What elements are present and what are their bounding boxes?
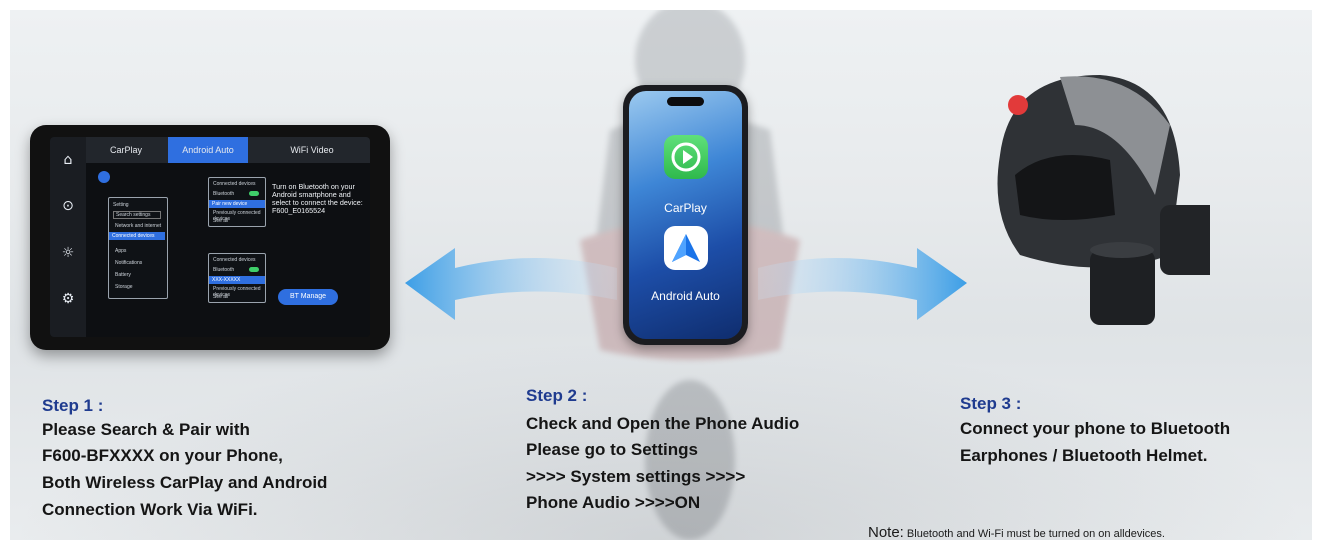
tab-android-auto[interactable]: Android Auto <box>168 137 248 163</box>
android-auto-icon[interactable] <box>664 226 708 270</box>
note-label: Note: <box>868 524 904 540</box>
step-2-line-2: Please go to Settings <box>526 440 698 459</box>
bt-manage-button[interactable]: BT Manage <box>278 289 338 305</box>
brightness-icon[interactable]: ☼ <box>59 244 77 262</box>
bluetooth-instruction: Turn on Bluetooth on your Android smartp… <box>272 182 363 215</box>
mini-see-all-2[interactable]: See all <box>213 294 228 300</box>
tablet-device: ⌂ ⊙ ☼ ⚙ CarPlay Android Auto WiFi Video … <box>30 125 390 350</box>
step-2-line-1: Check and Open the Phone Audio <box>526 414 800 433</box>
android-auto-label: Android Auto <box>651 289 720 303</box>
carplay-icon[interactable] <box>664 135 708 179</box>
left-arrow-icon <box>405 248 617 320</box>
mini-device-name[interactable]: XXX-XXXXX <box>209 276 265 284</box>
settings-gear-icon[interactable]: ⚙ <box>59 290 77 308</box>
tablet-sidebar: ⌂ ⊙ ☼ ⚙ <box>50 137 86 337</box>
phone-notch <box>667 97 704 106</box>
mini-item-connected: Connected devices <box>109 232 165 240</box>
mini-see-all[interactable]: See all <box>213 218 228 224</box>
mini-item-battery: Battery <box>115 272 131 278</box>
step-2-line-4: Phone Audio >>>>ON <box>526 493 701 512</box>
bluetooth-icon <box>98 171 110 183</box>
phone-screen: CarPlay Android Auto <box>629 91 742 339</box>
right-arrow-icon <box>758 248 967 320</box>
step-1-line-4: Connection Work Via WiFi. <box>42 500 258 519</box>
tab-wifi-video[interactable]: WiFi Video <box>262 137 362 163</box>
mini-bluetooth-label-2: Bluetooth <box>213 267 235 273</box>
helmet-earbuds-speaker-image <box>997 75 1210 325</box>
step-3-line-2: Earphones / Bluetooth Helmet. <box>960 446 1208 465</box>
step-1-title: Step 1 : <box>42 396 104 415</box>
mini-settings-panel: Setting Search settings Network and inte… <box>108 197 168 299</box>
step-3-title: Step 3 : <box>960 394 1022 413</box>
tablet-tab-bar: CarPlay Android Auto WiFi Video <box>86 137 370 163</box>
mini-item-apps: Apps <box>115 248 127 254</box>
carplay-label: CarPlay <box>664 201 707 215</box>
step-2-title: Step 2 : <box>526 386 588 405</box>
mini-item-notifications: Notifications <box>115 260 143 266</box>
mini-connected-panel-2: Connected devices Bluetooth XXX-XXXXX Pr… <box>208 253 266 303</box>
bluetooth-toggle[interactable] <box>249 191 259 196</box>
mini-pair-new[interactable]: Pair new device <box>209 200 265 208</box>
tab-carplay[interactable]: CarPlay <box>86 137 166 163</box>
note-text: Bluetooth and Wi-Fi must be turned on on… <box>903 528 1165 540</box>
background-scene: ⌂ ⊙ ☼ ⚙ CarPlay Android Auto WiFi Video … <box>10 10 1312 540</box>
smartphone: CarPlay Android Auto <box>623 85 748 345</box>
footer-note: Note: Bluetooth and Wi-Fi must be turned… <box>868 524 1165 540</box>
mini-connected-label: Connected devices <box>213 181 256 187</box>
step-2-line-3: >>>> System settings >>>> <box>526 467 746 486</box>
mini-connected-label-2: Connected devices <box>213 257 256 263</box>
mini-connected-panel-1: Connected devices Bluetooth Pair new dev… <box>208 177 266 227</box>
mini-settings-title: Setting <box>113 202 129 208</box>
step-3-line-1: Connect your phone to Bluetooth <box>960 419 1231 438</box>
play-icon[interactable]: ⊙ <box>59 197 77 215</box>
home-icon[interactable]: ⌂ <box>59 151 77 169</box>
step-1-line-3: Both Wireless CarPlay and Android <box>42 473 328 492</box>
tablet-screen: ⌂ ⊙ ☼ ⚙ CarPlay Android Auto WiFi Video … <box>50 137 370 337</box>
bluetooth-toggle-2[interactable] <box>249 267 259 272</box>
mini-bluetooth-label: Bluetooth <box>213 191 235 197</box>
mini-item-network: Network and internet <box>115 223 162 229</box>
step-1-line-2: F600-BFXXXX on your Phone, <box>42 446 283 465</box>
mini-search: Search settings <box>113 211 161 219</box>
step-1-line-1: Please Search & Pair with <box>42 420 250 439</box>
mini-item-storage: Storage <box>115 284 133 290</box>
